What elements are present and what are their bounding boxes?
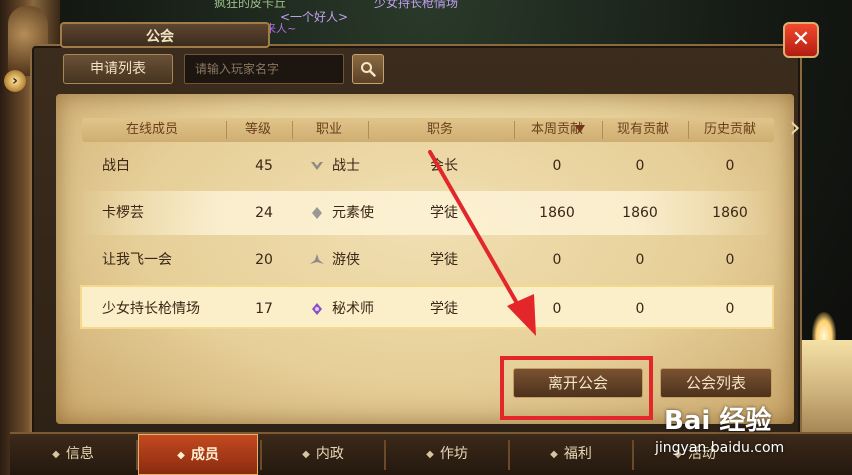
chat-line: 疯狂的皮卡丘 xyxy=(214,0,287,10)
history-contribution: 0 xyxy=(725,252,735,268)
arcanist-icon xyxy=(312,303,322,315)
tab-members[interactable]: ◆ 成员 xyxy=(138,434,258,475)
member-level: 17 xyxy=(255,301,273,317)
current-contribution: 1860 xyxy=(622,205,658,221)
tab-workshop[interactable]: ◆ 作坊 xyxy=(386,434,508,475)
column-header[interactable]: 等级 xyxy=(228,118,288,142)
tab-bullet-icon: ◆ xyxy=(52,449,60,460)
baidu-watermark-logo: Bai 经验 xyxy=(664,406,772,436)
close-icon: ✕ xyxy=(791,27,811,52)
guild-list-button[interactable]: 公会列表 xyxy=(660,368,772,398)
table-row-selected[interactable]: 少女持长枪情场 17 秘术师 学徒 0 0 0 xyxy=(80,285,774,329)
member-name: 卡椤芸 xyxy=(102,205,144,221)
header-divider xyxy=(226,121,227,139)
expand-left-icon[interactable]: › xyxy=(4,70,26,92)
apply-list-button[interactable]: 申请列表 xyxy=(63,54,173,84)
column-header[interactable]: 职业 xyxy=(294,118,364,142)
elementalist-icon xyxy=(312,207,322,219)
header-divider xyxy=(368,121,369,139)
baidu-watermark-url: jingyan.baidu.com xyxy=(655,440,785,456)
member-class: 战士 xyxy=(332,158,360,174)
history-contribution: 0 xyxy=(725,301,735,317)
search-icon xyxy=(361,62,376,77)
tab-bullet-icon: ◆ xyxy=(550,449,558,460)
table-header: 在线成员 等级 职业 职务 本周贡献 现有贡献 历史贡献 xyxy=(82,118,774,142)
history-contribution: 1860 xyxy=(712,205,748,221)
member-role: 学徒 xyxy=(430,205,458,221)
column-header[interactable]: 现有贡献 xyxy=(600,118,686,142)
search-button[interactable] xyxy=(352,54,384,84)
member-level: 24 xyxy=(255,205,273,221)
tab-bullet-icon: ◆ xyxy=(177,450,185,461)
chat-line: 少女持长枪情场 xyxy=(374,0,459,10)
highlight-box xyxy=(500,356,653,420)
history-contribution: 0 xyxy=(725,158,735,174)
member-role: 会长 xyxy=(430,158,458,174)
panel-title-tab: 公会 xyxy=(60,22,270,48)
member-level: 45 xyxy=(255,158,273,174)
tab-internal-affairs[interactable]: ◆ 内政 xyxy=(262,434,384,475)
member-class: 元素使 xyxy=(332,205,374,221)
tab-info[interactable]: ◆ 信息 xyxy=(10,434,136,475)
weekly-contribution: 0 xyxy=(552,252,562,268)
member-name: 少女持长枪情场 xyxy=(102,301,200,317)
header-divider xyxy=(292,121,293,139)
table-row[interactable]: 卡椤芸 24 元素使 学徒 1860 1860 1860 xyxy=(80,191,774,235)
column-header[interactable]: 本周贡献 xyxy=(514,118,600,142)
panel-title: 公会 xyxy=(146,29,174,45)
weekly-contribution: 0 xyxy=(552,158,562,174)
tab-bullet-icon: ◆ xyxy=(426,449,434,460)
table-row[interactable]: 让我飞一会 20 游侠 学徒 0 0 0 xyxy=(80,238,774,282)
table-row[interactable]: 战白 45 战士 会长 0 0 0 xyxy=(80,144,774,188)
weekly-contribution: 0 xyxy=(552,301,562,317)
member-name: 让我飞一会 xyxy=(102,252,172,268)
current-contribution: 0 xyxy=(635,301,645,317)
player-search-input[interactable] xyxy=(184,54,344,84)
member-role: 学徒 xyxy=(430,301,458,317)
close-button[interactable]: ✕ xyxy=(783,22,819,58)
current-contribution: 0 xyxy=(635,158,645,174)
member-class: 秘术师 xyxy=(332,301,374,317)
current-contribution: 0 xyxy=(635,252,645,268)
column-header: 在线成员 xyxy=(125,122,178,137)
member-level: 20 xyxy=(255,252,273,268)
ranger-icon xyxy=(310,254,324,264)
member-role: 学徒 xyxy=(430,252,458,268)
tab-bullet-icon: ◆ xyxy=(302,449,310,460)
member-class: 游侠 xyxy=(332,252,360,268)
weekly-contribution: 1860 xyxy=(539,205,575,221)
column-header[interactable]: 历史贡献 xyxy=(686,118,774,142)
scroll-right-icon[interactable]: › xyxy=(784,106,806,150)
warrior-icon xyxy=(311,162,323,170)
column-header[interactable]: 职务 xyxy=(370,118,510,142)
tab-welfare[interactable]: ◆ 福利 xyxy=(510,434,632,475)
member-name: 战白 xyxy=(102,158,130,174)
